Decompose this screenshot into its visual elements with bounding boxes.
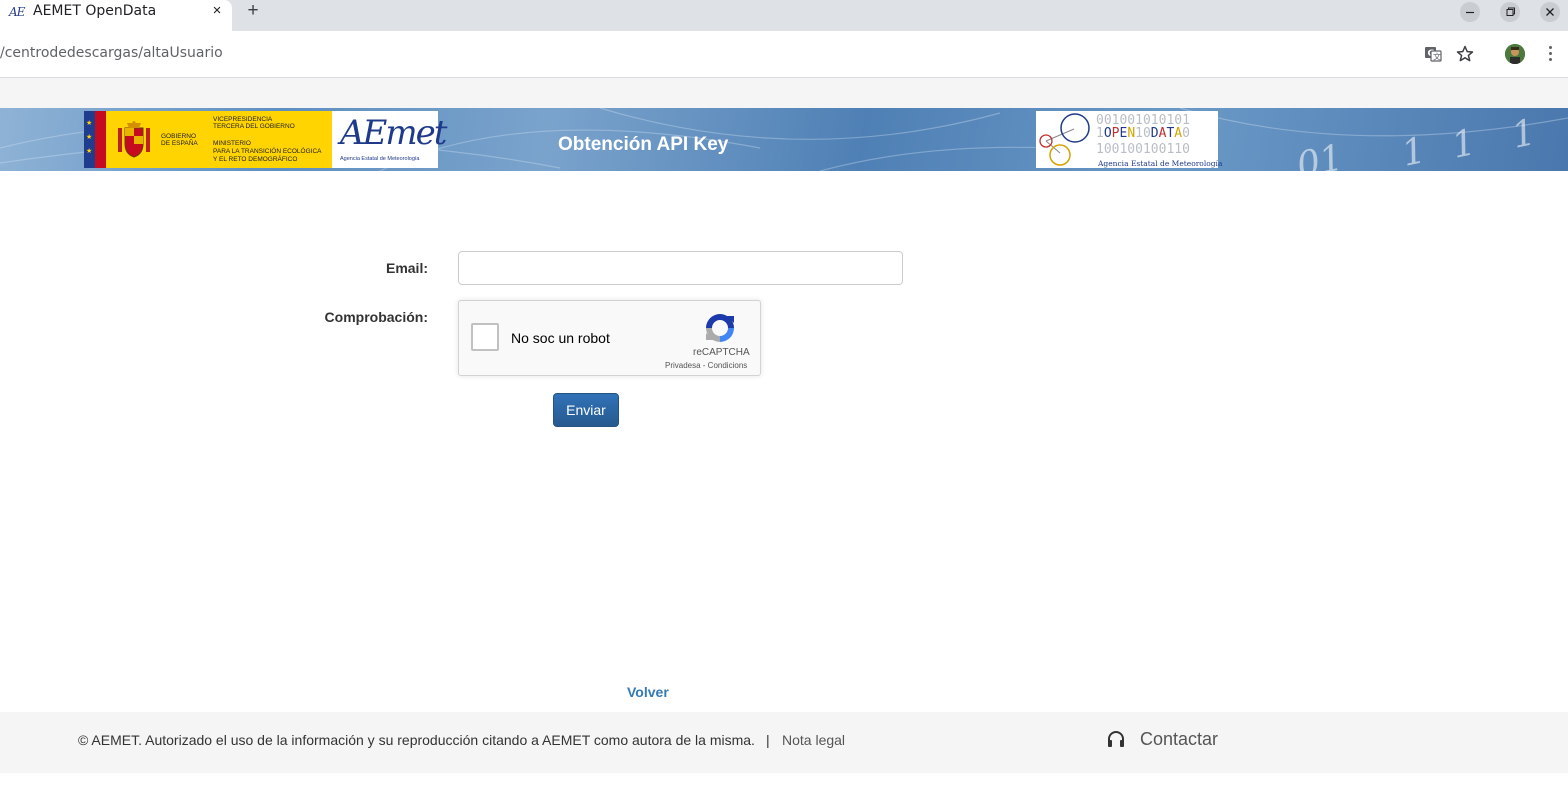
submit-button[interactable]: Enviar — [553, 393, 619, 427]
svg-text:1: 1 — [1508, 112, 1539, 157]
page-title: Obtención API Key — [558, 134, 729, 155]
bookmark-star-icon[interactable] — [1455, 44, 1475, 64]
contact-link[interactable]: Contactar — [1140, 729, 1218, 750]
ministerio-text-3: Y EL RETO DEMOGRÁFICO — [213, 156, 298, 163]
opendata-circles-icon — [1039, 113, 1090, 166]
tab-title: AEMET OpenData — [33, 3, 157, 19]
svg-text:文: 文 — [1433, 52, 1441, 62]
svg-text:1: 1 — [1398, 130, 1429, 171]
recaptcha-widget: No soc un robot reCAPTCHA Privadesa - Co… — [458, 300, 761, 376]
recaptcha-checkbox[interactable] — [471, 323, 499, 351]
recaptcha-brand: reCAPTCHA — [693, 347, 750, 358]
opendata-word: 1OPEN10DATA0 — [1096, 126, 1190, 141]
restore-window-button[interactable] — [1500, 2, 1520, 22]
gobierno-text-1: GOBIERNO — [161, 133, 197, 140]
page-top-strip — [0, 78, 1568, 108]
aemet-logo-subtitle: Agencia Estatal de Meteorología — [340, 156, 420, 162]
gobierno-espana-logo: ★ ★ ★ GOBIERNO DE ESPAÑA VICEPRESIDENCIA T… — [84, 111, 332, 168]
aemet-favicon-icon: AE — [9, 5, 25, 19]
translate-icon[interactable]: G 文 — [1423, 44, 1443, 64]
vicepresidencia-text-1: VICEPRESIDENCIA — [213, 116, 273, 123]
email-label: Email: — [385, 260, 428, 276]
profile-avatar[interactable] — [1505, 44, 1525, 64]
spain-coat-of-arms-icon — [118, 121, 150, 158]
footer: © AEMET. Autorizado el uso de la informa… — [0, 712, 1568, 773]
opendata-bits-bottom: 100100100110 — [1096, 142, 1190, 157]
more-menu-icon[interactable] — [1545, 43, 1555, 65]
ministerio-text-1: MINISTERIO — [213, 140, 251, 147]
email-input[interactable] — [458, 251, 903, 285]
recaptcha-logo-icon — [706, 314, 734, 342]
aemet-logo-mark: AEmet — [340, 113, 447, 153]
tab-close-icon[interactable]: × — [209, 2, 225, 20]
opendata-logo: 001001010101 1OPEN10DATA0 100100100110 A… — [1036, 111, 1222, 168]
minimize-window-button[interactable] — [1460, 2, 1480, 22]
opendata-subtitle: Agencia Estatal de Meteorología — [1098, 159, 1223, 168]
browser-tab[interactable]: AE AEMET OpenData × — [0, 0, 232, 31]
close-window-button[interactable] — [1540, 2, 1560, 22]
browser-tab-strip: AE AEMET OpenData × + — [0, 0, 1568, 31]
captcha-label: Comprobación: — [324, 309, 428, 325]
headphones-icon[interactable] — [1106, 729, 1126, 749]
svg-text:1: 1 — [1448, 122, 1479, 167]
new-tab-button[interactable]: + — [244, 0, 262, 22]
header-banner: 01 1 1 1 ★ ★ ★ GOBIERNO DE ESPAÑA VICEPRES… — [0, 108, 1568, 171]
address-bar[interactable]: /centrodedescargas/altaUsuario G 文 — [0, 31, 1568, 78]
vicepresidencia-text-2: TERCERA DEL GOBIERNO — [213, 123, 295, 130]
back-link[interactable]: Volver — [627, 684, 669, 700]
svg-text:01: 01 — [1293, 137, 1346, 171]
aemet-logo: AEmet Agencia Estatal de Meteorología — [332, 111, 447, 168]
footer-copyright: © AEMET. Autorizado el uso de la informa… — [78, 732, 755, 748]
footer-separator: | — [766, 732, 770, 748]
url-text[interactable]: /centrodedescargas/altaUsuario — [0, 45, 223, 61]
gobierno-text-2: DE ESPAÑA — [161, 140, 198, 147]
recaptcha-label: No soc un robot — [511, 330, 610, 346]
legal-notice-link[interactable]: Nota legal — [782, 732, 845, 748]
ministerio-text-2: PARA LA TRANSICIÓN ECOLÓGICA — [213, 148, 322, 155]
recaptcha-terms-link[interactable]: Privadesa - Condicions — [665, 361, 747, 370]
